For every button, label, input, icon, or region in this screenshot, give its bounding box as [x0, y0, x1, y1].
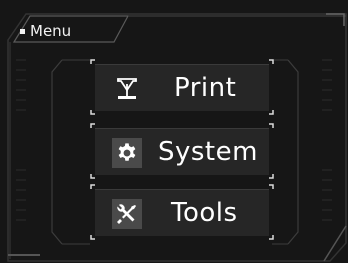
system-button[interactable]: System	[95, 128, 269, 175]
print-icon	[112, 74, 142, 104]
menu-title: Menu	[30, 22, 72, 40]
tools-icon	[112, 199, 142, 229]
tools-label: Tools	[171, 198, 238, 228]
menu-screen: Menu Print System Tools	[0, 0, 348, 263]
bullet-icon	[20, 28, 25, 34]
system-label: System	[158, 137, 258, 167]
gear-icon	[112, 138, 142, 168]
tools-button[interactable]: Tools	[95, 189, 269, 236]
menu-tab: Menu	[20, 19, 71, 43]
print-label: Print	[174, 73, 237, 103]
print-button[interactable]: Print	[95, 64, 269, 111]
